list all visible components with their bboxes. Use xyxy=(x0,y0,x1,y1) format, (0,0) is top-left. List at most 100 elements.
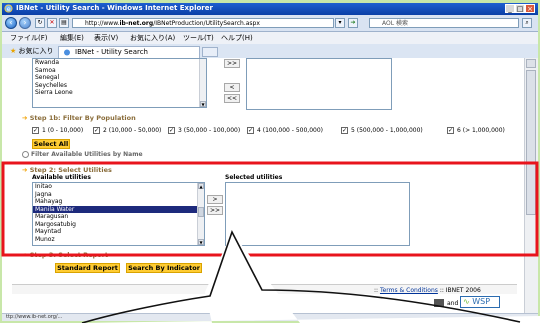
selected-utilities-list[interactable] xyxy=(225,182,410,246)
list-item[interactable]: Senegal xyxy=(33,74,206,82)
new-tab-button[interactable] xyxy=(202,47,218,57)
url-prefix: http://www. xyxy=(85,20,120,27)
window-title: IBNet - Utility Search - Windows Interne… xyxy=(16,4,213,12)
menu-edit[interactable]: 編集(E) xyxy=(60,33,84,43)
list-item[interactable]: Mayntad xyxy=(33,228,204,236)
list-item[interactable]: Margosatubig xyxy=(33,221,204,229)
address-bar[interactable]: http://www.ib-net.org/IBNetProduction/Ut… xyxy=(72,18,334,28)
terms-link[interactable]: Terms & Conditions xyxy=(380,287,438,294)
step-arrow-icon: ➔ xyxy=(22,166,28,174)
utilities-list-scrollbar[interactable]: ▲ ▼ xyxy=(197,183,204,245)
list-item[interactable]: Maragusan xyxy=(33,213,204,221)
search-by-indicator-button[interactable]: Search By Indicator xyxy=(126,263,202,273)
footer-sep: :: xyxy=(374,287,379,294)
page-scrollbar[interactable] xyxy=(524,58,538,313)
wsp-logo: ∿ WSP xyxy=(460,296,500,308)
add-utility-button[interactable]: > xyxy=(207,195,223,204)
country-list[interactable]: Rwanda Samoa Senegal Seychelles Sierra L… xyxy=(32,58,207,108)
refresh-icon[interactable]: ↻ xyxy=(35,18,45,28)
selected-country-list[interactable] xyxy=(246,58,392,110)
remove-all-country-button[interactable]: << xyxy=(224,94,240,103)
add-all-utilities-button[interactable]: >> xyxy=(207,206,223,215)
scroll-up-icon[interactable] xyxy=(526,59,536,68)
step-arrow-icon: ➔ xyxy=(22,251,28,259)
browser-window: e IBNet - Utility Search - Windows Inter… xyxy=(2,3,538,321)
step1b-title: ➔ Step 1b: Filter By Population xyxy=(22,114,136,122)
population-label-5: 5 (500,000 - 1,000,000) xyxy=(351,127,423,134)
page-icon: ▤ xyxy=(59,18,69,28)
favorites-button[interactable]: ★ お気に入り xyxy=(10,46,54,56)
forward-button[interactable]: › xyxy=(19,17,31,29)
go-icon[interactable]: ➔ xyxy=(348,18,358,28)
menu-view[interactable]: 表示(V) xyxy=(94,33,118,43)
scroll-thumb[interactable] xyxy=(526,70,536,215)
tab-label: IBNet - Utility Search xyxy=(75,48,148,56)
partner-logo xyxy=(434,299,444,307)
population-checkbox-1[interactable]: ✓ xyxy=(32,127,39,134)
population-label-4: 4 (100,000 - 500,000) xyxy=(257,127,324,134)
add-all-country-button[interactable]: >> xyxy=(224,59,240,68)
stop-icon[interactable]: ✕ xyxy=(47,18,57,28)
filter-by-name-label: Filter Available Utilities by Name xyxy=(31,151,143,158)
menu-help[interactable]: ヘルプ(H) xyxy=(221,33,253,43)
filter-by-name-radio[interactable] xyxy=(22,151,29,158)
step2-title: ➔ Step 2: Select Utilities xyxy=(22,166,112,174)
menu-tools[interactable]: ツール(T) xyxy=(183,33,214,43)
close-button[interactable]: × xyxy=(525,4,535,13)
step1b-title-text: Step 1b: Filter By Population xyxy=(29,114,136,122)
address-dropdown-icon[interactable]: ▾ xyxy=(335,18,345,28)
scroll-down-icon[interactable]: ▼ xyxy=(198,239,204,245)
population-label-2: 2 (10,000 - 50,000) xyxy=(103,127,162,134)
tab-bar: ★ お気に入り IBNet - Utility Search xyxy=(2,44,538,59)
star-icon: ★ xyxy=(10,47,17,55)
country-list-scrollbar[interactable]: ▼ xyxy=(199,59,206,107)
scroll-thumb[interactable] xyxy=(198,207,204,217)
list-item[interactable]: Rwanda xyxy=(33,59,206,67)
step2-title-text: Step 2: Select Utilities xyxy=(29,166,112,174)
list-item[interactable]: Samoa xyxy=(33,67,206,75)
list-item[interactable]: Munoz xyxy=(33,236,204,244)
tab-ibnet-utility-search[interactable]: IBNet - Utility Search xyxy=(58,46,200,58)
step3-title: ➔ Step 3: Select Report xyxy=(22,251,108,259)
address-toolbar: ‹ › ↻ ✕ ▤ http://www.ib-net.org/IBNetPro… xyxy=(2,15,538,32)
menu-favorites[interactable]: お気に入り(A) xyxy=(130,33,175,43)
scroll-down-icon[interactable]: ▼ xyxy=(200,101,206,107)
remove-country-button[interactable]: < xyxy=(224,83,240,92)
list-item[interactable]: Mahayag xyxy=(33,198,204,206)
back-button[interactable]: ‹ xyxy=(5,17,17,29)
list-item[interactable]: Initao xyxy=(33,183,204,191)
svg-text:e: e xyxy=(7,6,11,13)
menu-file[interactable]: ファイル(F) xyxy=(10,33,48,43)
population-checkbox-2[interactable]: ✓ xyxy=(93,127,100,134)
population-checkbox-6[interactable]: ✓ xyxy=(447,127,454,134)
status-text: ttp://www.ib-net.org/... xyxy=(6,314,63,320)
list-item[interactable]: Sierra Leone xyxy=(33,89,206,97)
available-utilities-list[interactable]: Initao Jagna Mahayag Manila Water Maragu… xyxy=(32,182,205,246)
standard-report-button[interactable]: Standard Report xyxy=(55,263,120,273)
population-checkbox-4[interactable]: ✓ xyxy=(247,127,254,134)
url-path: /IBNetProduction/UtilitySearch.aspx xyxy=(153,20,260,27)
population-checkbox-3[interactable]: ✓ xyxy=(168,127,175,134)
ie-page-icon xyxy=(64,49,70,56)
title-bar: e IBNet - Utility Search - Windows Inter… xyxy=(2,3,538,15)
population-label-1: 1 (0 - 10,000) xyxy=(42,127,84,134)
scroll-up-icon[interactable]: ▲ xyxy=(198,183,204,189)
select-all-button[interactable]: Select All xyxy=(32,139,70,149)
population-label-3: 3 (50,000 - 100,000) xyxy=(178,127,241,134)
minimize-button[interactable]: _ xyxy=(505,4,515,13)
maximize-button[interactable]: □ xyxy=(515,4,525,13)
search-icon[interactable]: ⌕ xyxy=(522,18,532,28)
footer-copyright: :: IBNET 2006 xyxy=(439,287,481,294)
search-input[interactable]: AOL 検索 xyxy=(369,18,519,28)
selected-utilities-label: Selected utilities xyxy=(225,174,283,181)
list-item-selected[interactable]: Manila Water xyxy=(33,205,204,213)
logo-and-text: and xyxy=(447,300,459,307)
population-checkbox-5[interactable]: ✓ xyxy=(341,127,348,134)
ie-logo-icon: e xyxy=(4,4,13,13)
list-item[interactable]: Jagna xyxy=(33,191,204,199)
available-utilities-label: Available utilities xyxy=(32,174,91,181)
list-item[interactable]: Seychelles xyxy=(33,82,206,90)
wsp-logo-text: WSP xyxy=(472,297,491,306)
population-label-6: 6 (> 1,000,000) xyxy=(457,127,505,134)
wsp-swirl-icon: ∿ xyxy=(463,297,470,306)
